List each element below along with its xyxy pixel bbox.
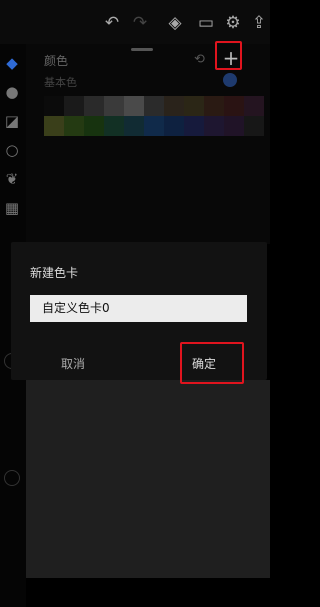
- color-swatch[interactable]: [224, 116, 244, 136]
- color-swatch[interactable]: [84, 96, 104, 116]
- color-swatch[interactable]: [164, 96, 184, 116]
- swatch-row: [44, 96, 264, 116]
- canvas-area: [26, 380, 270, 578]
- color-swatch[interactable]: [104, 116, 124, 136]
- color-swatch[interactable]: [124, 96, 144, 116]
- color-swatch[interactable]: [64, 116, 84, 136]
- dialog-title: 新建色卡: [30, 266, 79, 280]
- smudge-icon[interactable]: ●: [2, 82, 22, 102]
- highlight-box-add: [215, 41, 242, 70]
- color-swatch[interactable]: [64, 96, 84, 116]
- swatch-row: [44, 116, 264, 136]
- color-swatch[interactable]: [44, 96, 64, 116]
- color-swatch[interactable]: [244, 116, 264, 136]
- palette-name-input[interactable]: 自定义色卡0: [30, 295, 247, 322]
- color-swatch[interactable]: [104, 96, 124, 116]
- color-swatch[interactable]: [204, 96, 224, 116]
- color-circle-icon[interactable]: ○: [2, 140, 22, 160]
- redo-icon[interactable]: ↷: [129, 12, 151, 34]
- swatch-grid: [44, 96, 264, 136]
- leaf-icon[interactable]: ❦: [2, 169, 22, 189]
- color-swatch[interactable]: [44, 116, 64, 136]
- panel-subtitle: 基本色: [44, 76, 77, 89]
- drag-handle[interactable]: [131, 48, 153, 51]
- cancel-button[interactable]: 取消: [61, 355, 85, 372]
- color-swatch[interactable]: [184, 116, 204, 136]
- panel-title: 颜色: [44, 54, 69, 68]
- color-swatch[interactable]: [244, 96, 264, 116]
- folder-icon[interactable]: ▭: [195, 12, 217, 34]
- gear-icon[interactable]: ⚙: [222, 12, 244, 34]
- eraser-icon[interactable]: ◪: [2, 111, 22, 131]
- grid-icon[interactable]: ▦: [2, 198, 22, 218]
- side-circle-icon: [4, 470, 20, 486]
- layers-icon[interactable]: ◈: [164, 12, 186, 34]
- color-swatch[interactable]: [184, 96, 204, 116]
- highlight-box-confirm: [180, 342, 244, 384]
- color-swatch[interactable]: [164, 116, 184, 136]
- refresh-icon[interactable]: ⟲: [194, 52, 205, 67]
- top-toolbar: ↶ ↷ ◈ ▭ ⚙ ⇪: [0, 0, 270, 44]
- color-swatch[interactable]: [124, 116, 144, 136]
- undo-icon[interactable]: ↶: [101, 12, 123, 34]
- color-swatch[interactable]: [204, 116, 224, 136]
- export-icon[interactable]: ⇪: [248, 12, 270, 34]
- color-swatch[interactable]: [224, 96, 244, 116]
- color-swatch[interactable]: [84, 116, 104, 136]
- selected-color-indicator[interactable]: [223, 73, 237, 87]
- brush-icon[interactable]: ◆: [2, 53, 22, 73]
- color-swatch[interactable]: [144, 96, 164, 116]
- color-swatch[interactable]: [144, 116, 164, 136]
- bottom-strip: [26, 578, 270, 607]
